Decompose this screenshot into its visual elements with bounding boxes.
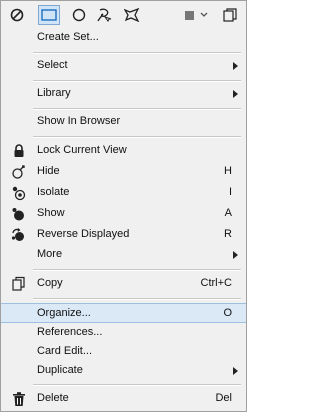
menu-item-label: Show In Browser <box>37 115 121 127</box>
no-symbol-icon[interactable] <box>7 5 27 25</box>
menu-item-references[interactable]: References... <box>1 323 246 343</box>
menu-item-label: Duplicate <box>37 364 83 376</box>
menu-item-shortcut: A <box>224 207 232 219</box>
menu-item-organize[interactable]: Organize... O <box>1 303 246 323</box>
menu-item-label: Reverse Displayed <box>37 228 130 240</box>
menu-separator <box>33 269 241 271</box>
polygon-select-icon[interactable] <box>122 5 142 25</box>
isolate-icon <box>12 186 26 201</box>
submenu-arrow-icon <box>233 90 238 98</box>
copy-icon <box>12 276 25 291</box>
menu-item-copy[interactable]: Copy Ctrl+C <box>1 274 246 294</box>
menu-item-duplicate[interactable]: Duplicate <box>1 361 246 381</box>
menu-item-shortcut: H <box>224 165 232 177</box>
menu-item-label: Lock Current View <box>37 144 127 156</box>
menu-separator <box>33 52 241 54</box>
menu-separator <box>33 108 241 110</box>
trash-icon <box>13 392 25 406</box>
menu-item-label: Select <box>37 59 68 71</box>
menu-item-label: Library <box>37 87 71 99</box>
menu-item-reverse-displayed[interactable]: Reverse Displayed R <box>1 225 246 245</box>
menu-separator <box>33 298 241 300</box>
menu-item-label: Create Set... <box>37 31 99 43</box>
menu-item-label: Show <box>37 207 65 219</box>
menu-item-select[interactable]: Select <box>1 56 246 76</box>
menu-item-shortcut: O <box>223 307 232 319</box>
menu-item-shortcut: Ctrl+C <box>200 277 232 289</box>
submenu-arrow-icon <box>233 367 238 375</box>
color-swatch-icon[interactable] <box>182 5 196 25</box>
submenu-arrow-icon <box>233 251 238 259</box>
menu-item-show-in-browser[interactable]: Show In Browser <box>1 112 246 132</box>
menu-item-hide[interactable]: Hide H <box>1 162 246 182</box>
submenu-arrow-icon <box>233 62 238 70</box>
menu-separator <box>33 136 241 138</box>
menu-item-label: Organize... <box>37 307 91 319</box>
menu-item-lock-current-view[interactable]: Lock Current View <box>1 141 246 161</box>
menu-item-shortcut: Del <box>215 392 232 404</box>
menu-item-show[interactable]: Show A <box>1 204 246 224</box>
lasso-select-icon[interactable] <box>94 5 114 25</box>
copy-window-icon[interactable] <box>220 5 240 25</box>
selection-toolbar <box>1 1 246 29</box>
menu-separator <box>33 80 241 82</box>
menu-item-label: Card Edit... <box>37 345 93 357</box>
menu-item-label: Isolate <box>37 186 70 198</box>
menu-item-label: Hide <box>37 165 60 177</box>
show-icon <box>12 208 24 221</box>
rectangle-select-icon[interactable] <box>38 5 60 25</box>
hide-icon <box>12 165 25 179</box>
dropdown-arrow-icon[interactable] <box>198 5 210 25</box>
circle-select-icon[interactable] <box>69 5 89 25</box>
menu-separator <box>33 384 241 386</box>
menu-item-delete[interactable]: Delete Del <box>1 389 246 409</box>
menu-item-label: Delete <box>37 392 69 404</box>
context-menu: Create Set... Select Library Show In Bro… <box>0 0 247 412</box>
menu-item-label: References... <box>37 326 103 338</box>
menu-item-more[interactable]: More <box>1 245 246 265</box>
lock-icon <box>14 144 24 157</box>
menu-item-card-edit[interactable]: Card Edit... <box>1 342 246 362</box>
menu-item-isolate[interactable]: Isolate I <box>1 183 246 203</box>
menu-item-library[interactable]: Library <box>1 84 246 104</box>
menu-item-create-set[interactable]: Create Set... <box>1 28 246 48</box>
menu-item-label: Copy <box>37 277 63 289</box>
menu-item-shortcut: R <box>224 228 232 240</box>
menu-item-label: More <box>37 248 63 260</box>
menu-item-shortcut: I <box>228 186 232 198</box>
reverse-displayed-icon <box>11 228 24 241</box>
